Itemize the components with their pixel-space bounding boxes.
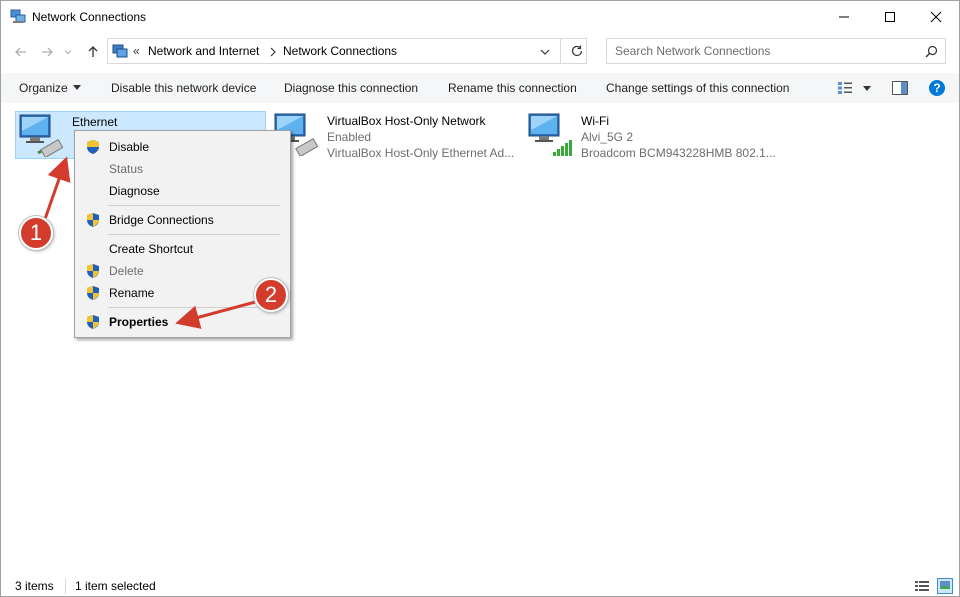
annotation-arrow-2 bbox=[175, 299, 260, 329]
annotation-badge-2: 2 bbox=[254, 278, 288, 312]
item-count: 3 items bbox=[15, 579, 54, 593]
status-bar: 3 items 1 item selected bbox=[1, 576, 959, 596]
network-connections-window: Network Connections « Network and Intern… bbox=[0, 0, 960, 597]
selection-count: 1 item selected bbox=[75, 579, 156, 593]
annotation-arrow-1 bbox=[43, 156, 71, 220]
annotation-badge-1: 1 bbox=[19, 216, 53, 250]
details-view-icon[interactable] bbox=[914, 579, 930, 593]
status-divider bbox=[65, 578, 66, 594]
annotation-arrows bbox=[43, 156, 260, 329]
large-icons-view-icon[interactable] bbox=[937, 578, 953, 594]
